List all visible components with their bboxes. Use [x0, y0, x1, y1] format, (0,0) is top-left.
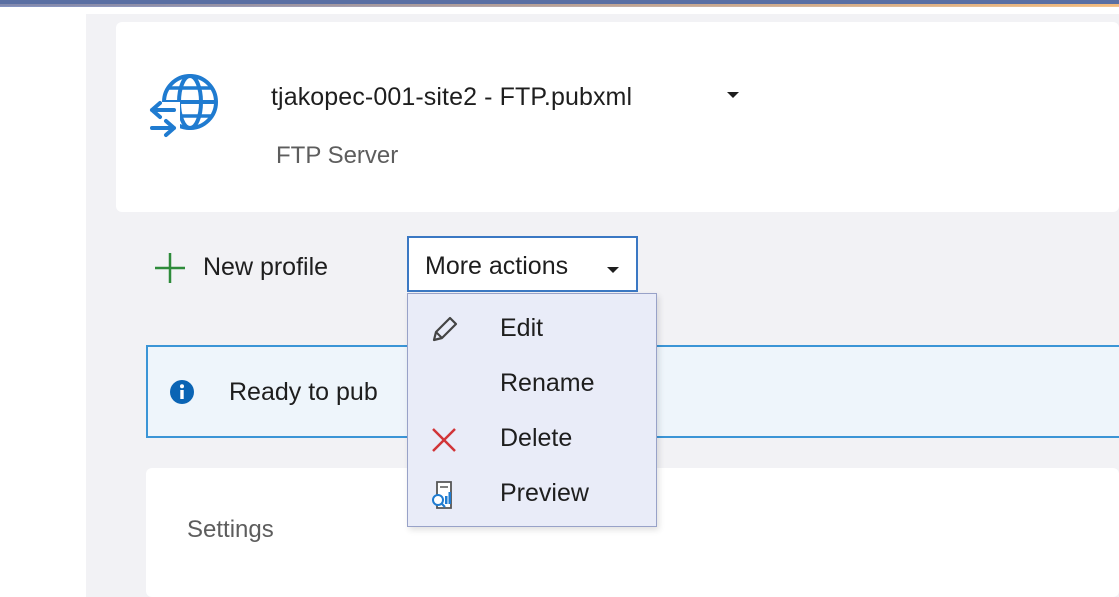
pencil-icon	[432, 316, 458, 342]
profile-type: FTP Server	[276, 142, 399, 169]
banner-text: Ready to pub	[229, 378, 378, 406]
globe-transfer-icon	[146, 74, 218, 140]
more-actions-menu: Edit Rename Delete Preview	[407, 293, 657, 527]
menu-item-delete[interactable]: Delete	[408, 414, 656, 468]
menu-item-rename[interactable]: Rename	[408, 359, 656, 413]
preview-icon	[432, 481, 452, 509]
menu-item-label: Edit	[500, 314, 544, 342]
left-panel	[0, 14, 86, 597]
more-actions-label: More actions	[425, 252, 569, 280]
menu-item-preview[interactable]: Preview	[408, 469, 656, 523]
menu-item-label: Rename	[500, 369, 595, 397]
menu-item-edit[interactable]: Edit	[408, 304, 656, 358]
menu-item-label: Delete	[500, 424, 573, 452]
window-top-border	[0, 0, 1119, 14]
profile-card	[116, 22, 1119, 212]
more-actions-button[interactable]: More actions	[407, 236, 638, 292]
settings-title: Settings	[187, 516, 274, 543]
window-top-accent	[0, 4, 1119, 7]
new-profile-button[interactable]: New profile	[203, 253, 328, 282]
menu-item-label: Preview	[500, 479, 589, 507]
profile-name[interactable]: tjakopec-001-site2 - FTP.pubxml	[271, 83, 632, 112]
chevron-down-icon[interactable]	[727, 92, 739, 98]
close-icon	[432, 428, 456, 452]
info-icon	[170, 380, 194, 404]
plus-icon[interactable]	[153, 251, 187, 285]
chevron-down-icon	[607, 267, 619, 273]
